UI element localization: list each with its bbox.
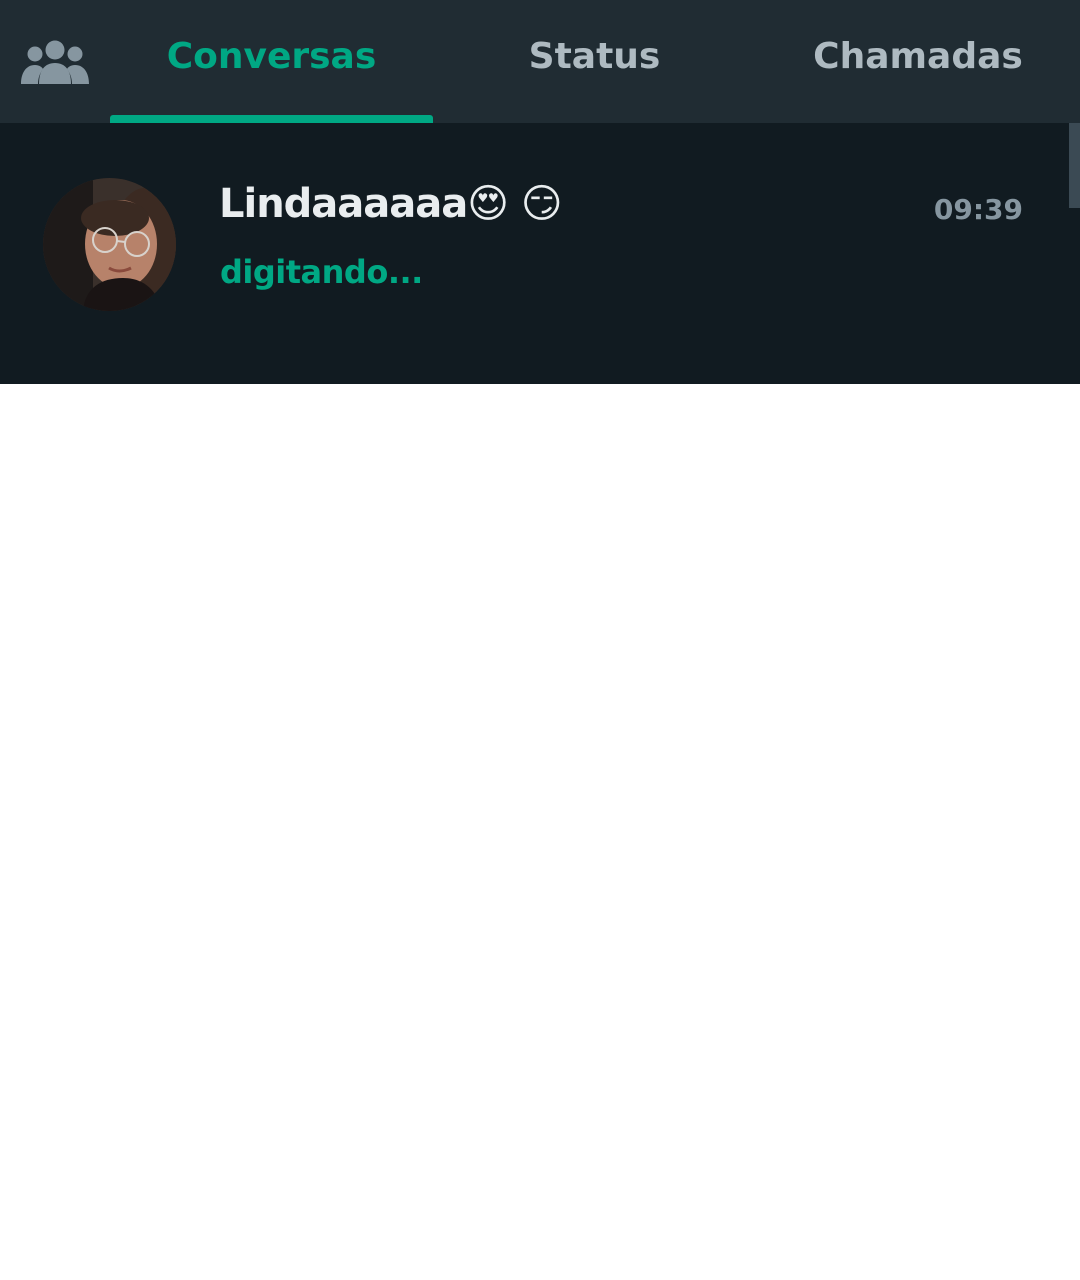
- chat-list-item[interactable]: Lindaaaaaa😍 😏 digitando... 09:39: [0, 123, 1068, 323]
- tab-status[interactable]: Status: [433, 0, 756, 123]
- tab-status-label: Status: [528, 36, 661, 77]
- avatar[interactable]: [43, 178, 176, 311]
- active-tab-indicator: [110, 115, 433, 123]
- tab-chamadas-label: Chamadas: [813, 36, 1023, 77]
- chat-name: Lindaaaaaa😍 😏: [219, 181, 563, 227]
- chat-time: 09:39: [933, 193, 1023, 226]
- community-icon: [21, 40, 89, 84]
- scrollbar-thumb[interactable]: [1069, 123, 1080, 208]
- tab-chamadas[interactable]: Chamadas: [756, 0, 1080, 123]
- chat-list[interactable]: Lindaaaaaa😍 😏 digitando... 09:39: [0, 123, 1080, 384]
- communities-button[interactable]: [0, 0, 110, 123]
- tab-bar: Conversas Status Chamadas: [0, 0, 1080, 123]
- tab-conversas[interactable]: Conversas: [110, 0, 433, 123]
- app: Conversas Status Chamadas Lindaaaaaa😍 😏 …: [0, 0, 1080, 1280]
- typing-status: digitando...: [220, 253, 423, 291]
- tab-conversas-label: Conversas: [166, 36, 377, 77]
